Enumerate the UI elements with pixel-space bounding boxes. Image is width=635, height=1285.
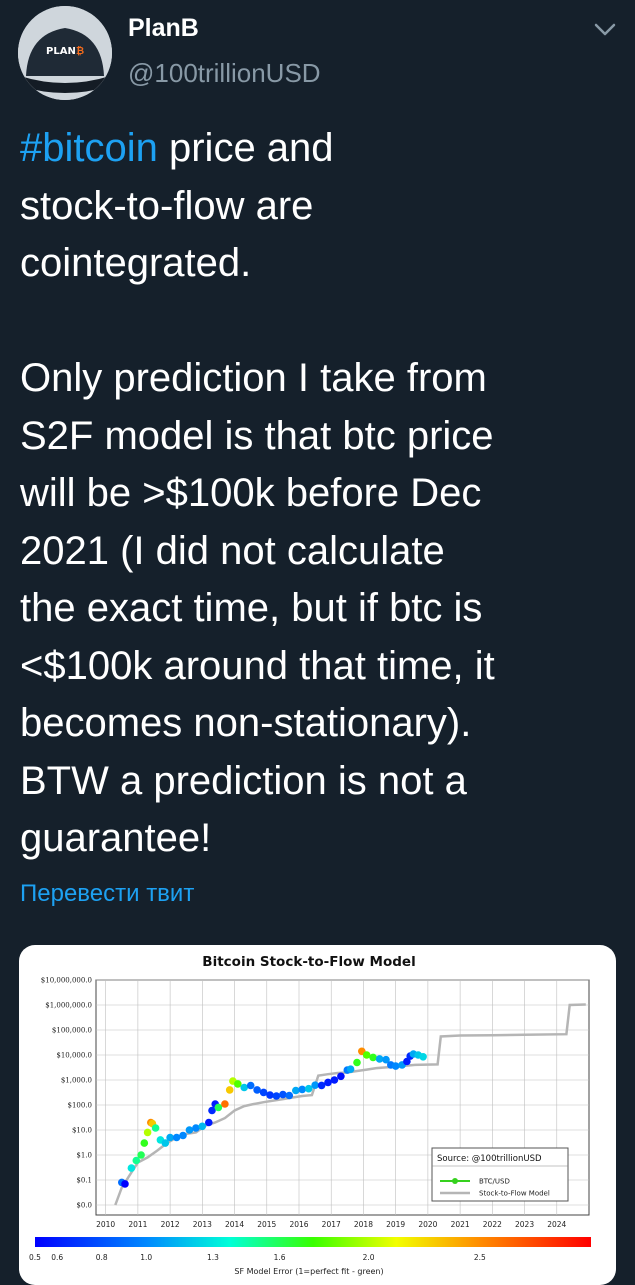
color-bar-tick-label: 1.0 <box>140 1253 152 1262</box>
y-tick-label: $0.0 <box>76 1202 92 1210</box>
color-bar-ticks: 0.5 0.6 0.8 1.0 1.3 1.6 2.0 2.5 <box>29 1253 486 1262</box>
color-bar-tick-label: 0.6 <box>51 1253 63 1262</box>
btc-price-point <box>234 1080 242 1088</box>
chart-title: Bitcoin Stock-to-Flow Model <box>202 954 415 970</box>
chevron-down-icon[interactable] <box>592 20 618 40</box>
color-bar-tick-label: 2.5 <box>474 1253 486 1262</box>
btc-price-point <box>240 1083 248 1092</box>
btc-price-point <box>225 1086 234 1094</box>
y-tick-label: $100.0 <box>68 1102 93 1110</box>
btc-price-point <box>304 1084 313 1093</box>
x-tick-label: 2013 <box>193 1220 212 1229</box>
x-tick-label: 2012 <box>161 1220 180 1229</box>
translate-tweet-link[interactable]: Перевести твит <box>20 880 194 908</box>
legend-model-label: Stock-to-Flow Model <box>479 1190 550 1198</box>
x-tick-label: 2017 <box>322 1220 341 1229</box>
btc-price-point <box>166 1133 174 1142</box>
y-tick-label: $10,000,000.0 <box>41 977 92 985</box>
legend-btc-marker <box>452 1178 458 1184</box>
x-tick-label: 2021 <box>451 1220 470 1229</box>
btc-price-point <box>346 1065 355 1073</box>
y-tick-label: $10,000.0 <box>56 1052 92 1060</box>
btc-price-point <box>214 1103 223 1112</box>
btc-price-point <box>311 1081 319 1089</box>
y-tick-label: $10.0 <box>72 1127 92 1135</box>
color-bar-tick-label: 1.6 <box>274 1253 286 1262</box>
btc-price-point <box>192 1124 200 1132</box>
btc-price-point <box>391 1062 400 1070</box>
btc-price-point <box>419 1053 427 1061</box>
hashtag-link[interactable]: #bitcoin <box>20 126 158 170</box>
chart-image-card[interactable]: Bitcoin Stock-to-Flow Model $10,000,000.… <box>19 945 616 1285</box>
y-axis-ticks: $10,000,000.0 $1,000,000.0 $100,000.0 $10,0… <box>41 977 92 1210</box>
avatar-brand-text: PLAN <box>46 46 76 57</box>
btc-price-point <box>179 1131 187 1140</box>
x-tick-label: 2011 <box>128 1220 147 1229</box>
y-tick-label: $0.1 <box>76 1177 92 1185</box>
btc-price-point <box>151 1124 160 1132</box>
btc-price-point <box>369 1053 377 1062</box>
x-tick-label: 2016 <box>289 1220 308 1229</box>
btc-price-point <box>246 1081 255 1090</box>
tweet-body: price and stock-to-flow are cointegrated… <box>20 126 495 860</box>
author-handle[interactable]: @100trillionUSD <box>128 58 321 89</box>
x-tick-label: 2019 <box>386 1220 405 1229</box>
color-bar-tick-label: 0.5 <box>29 1253 41 1262</box>
avatar[interactable]: PLAN ₿ <box>18 6 112 100</box>
btc-price-point <box>285 1091 294 1100</box>
btc-price-point <box>205 1118 213 1127</box>
author-name[interactable]: PlanB <box>128 14 199 43</box>
svg-text:₿: ₿ <box>76 45 84 57</box>
x-tick-label: 2010 <box>96 1220 115 1229</box>
x-tick-label: 2014 <box>225 1220 244 1229</box>
btc-price-point <box>337 1072 345 1081</box>
color-bar-tick-label: 1.3 <box>207 1253 219 1262</box>
btc-price-point <box>127 1164 136 1172</box>
stock-to-flow-chart: Bitcoin Stock-to-Flow Model $10,000,000.… <box>29 954 591 1276</box>
btc-price-point <box>330 1076 339 1084</box>
tweet-text: #bitcoin price and stock-to-flow are coi… <box>20 120 620 868</box>
btc-price-point <box>292 1086 300 1095</box>
btc-price-point <box>272 1092 281 1100</box>
color-bar-label: SF Model Error (1=perfect fit - green) <box>234 1267 383 1276</box>
x-axis-ticks: 2010 2011 2012 2013 2014 2015 2016 2017 2018 2019… <box>96 1220 566 1229</box>
btc-price-point <box>266 1091 274 1099</box>
btc-price-point <box>253 1086 261 1094</box>
y-tick-label: $1,000,000.0 <box>45 1002 92 1010</box>
chart-legend: Source: @100trillionUSD BTC/USD Stock-to… <box>431 1147 569 1202</box>
btc-price-point <box>353 1058 361 1067</box>
x-tick-label: 2023 <box>515 1220 534 1229</box>
btc-price-point <box>279 1090 287 1099</box>
y-tick-label: $1.0 <box>76 1152 92 1160</box>
x-tick-label: 2018 <box>354 1220 373 1229</box>
legend-source: Source: @100trillionUSD <box>437 1154 542 1164</box>
y-tick-label: $100,000.0 <box>52 1027 92 1035</box>
btc-price-point <box>198 1122 207 1131</box>
btc-price-point <box>140 1139 149 1147</box>
color-bar <box>35 1237 591 1247</box>
btc-price-point <box>375 1055 384 1063</box>
x-tick-label: 2022 <box>483 1220 502 1229</box>
btc-price-point <box>143 1128 152 1137</box>
legend-btc-label: BTC/USD <box>479 1178 510 1186</box>
x-tick-label: 2024 <box>547 1220 566 1229</box>
btc-price-point <box>121 1180 129 1188</box>
btc-price-point <box>221 1100 229 1108</box>
btc-price-point <box>298 1085 307 1094</box>
color-bar-tick-label: 0.8 <box>96 1253 108 1262</box>
x-tick-label: 2015 <box>257 1220 276 1229</box>
color-bar-tick-label: 2.0 <box>363 1253 375 1262</box>
x-tick-label: 2020 <box>418 1220 437 1229</box>
y-tick-label: $1,000.0 <box>61 1077 92 1085</box>
avatar-image: PLAN ₿ <box>18 6 112 100</box>
btc-price-point <box>137 1151 145 1159</box>
btc-price-point <box>185 1126 194 1134</box>
